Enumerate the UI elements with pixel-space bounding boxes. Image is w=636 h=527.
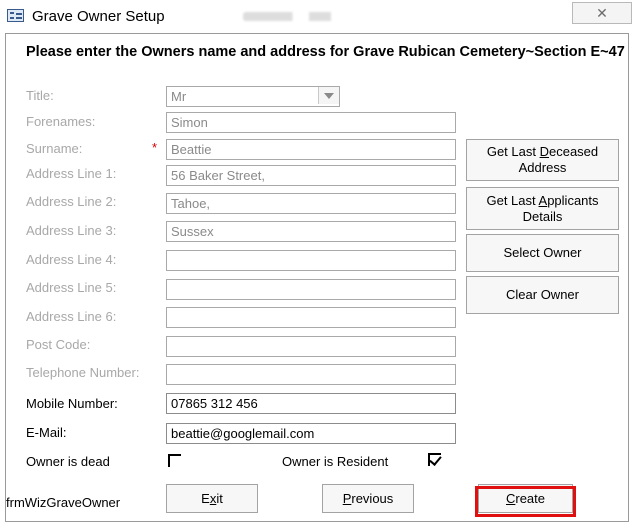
address-line-5-label: Address Line 5: (26, 280, 117, 295)
post-code-label: Post Code: (26, 337, 91, 352)
form-name-label: frmWizGraveOwner (6, 495, 121, 510)
address-line-1-label: Address Line 1: (26, 166, 117, 181)
close-button[interactable]: ✕ (572, 2, 632, 24)
page-heading: Please enter the Owners name and address… (26, 44, 625, 60)
address-line-3-label: Address Line 3: (26, 223, 117, 238)
telephone-label: Telephone Number: (26, 365, 140, 380)
address-line-3-input[interactable] (166, 221, 456, 242)
get-last-applicants-details-button[interactable]: Get Last Applicants Details (466, 187, 619, 230)
select-owner-button[interactable]: Select Owner (466, 234, 619, 272)
button-label: Get Last Deceased (486, 144, 599, 159)
owner-resident-checkbox[interactable] (428, 453, 441, 466)
address-line-6-input[interactable] (166, 307, 456, 328)
button-label-line2: Details (522, 208, 563, 224)
exit-button[interactable]: Ex it (166, 484, 258, 513)
address-line-2-label: Address Line 2: (26, 194, 117, 209)
email-label: E-Mail: (26, 425, 67, 440)
blurred-record-id (243, 12, 353, 21)
button-label: Get Last Applicants (486, 192, 599, 208)
required-marker: * (152, 140, 158, 155)
address-line-1-input[interactable] (166, 165, 456, 186)
forenames-input[interactable] (166, 112, 456, 133)
address-line-4-label: Address Line 4: (26, 252, 117, 267)
title-combo[interactable] (166, 86, 340, 107)
chevron-down-icon[interactable] (318, 87, 339, 104)
form-icon (7, 9, 24, 22)
mobile-label: Mobile Number: (26, 396, 118, 411)
title-label: Title: (26, 88, 54, 103)
title-input[interactable] (166, 86, 340, 107)
clear-owner-button[interactable]: Clear Owner (466, 276, 619, 314)
address-line-5-input[interactable] (166, 279, 456, 300)
post-code-input[interactable] (166, 336, 456, 357)
button-label-line2: Address (518, 160, 567, 175)
title-bar: Grave Owner Setup ✕ (0, 0, 636, 34)
window-title: Grave Owner Setup (32, 8, 165, 25)
telephone-input[interactable] (166, 364, 456, 385)
owner-resident-label: Owner is Resident (282, 454, 389, 469)
address-line-4-input[interactable] (166, 250, 456, 271)
forenames-label: Forenames: (26, 114, 96, 129)
create-button-highlight (475, 486, 576, 517)
get-last-deceased-address-button[interactable]: Get Last Deceased Address (466, 139, 619, 181)
address-line-6-label: Address Line 6: (26, 309, 117, 324)
address-line-2-input[interactable] (166, 193, 456, 214)
surname-input[interactable] (166, 139, 456, 160)
previous-button[interactable]: Previous (322, 484, 414, 513)
email-input[interactable] (166, 423, 456, 444)
owner-dead-checkbox[interactable] (168, 454, 181, 467)
owner-dead-label: Owner is dead (26, 454, 110, 469)
surname-label: Surname: (26, 141, 83, 156)
mobile-input[interactable] (166, 393, 456, 414)
